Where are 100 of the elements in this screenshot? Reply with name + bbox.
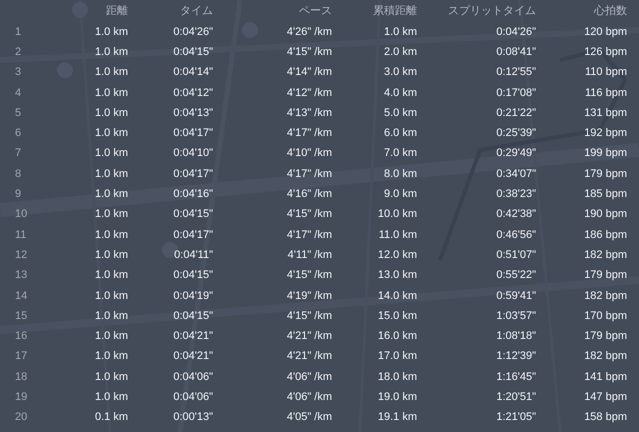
table-cell: 1.0 km (94, 168, 128, 180)
table-cell: 4'12" /km (286, 88, 332, 99)
table-cell: 0:04'17" (173, 168, 213, 180)
table-cell: 116 bpm (585, 88, 627, 99)
table-cell: 182 bpm (584, 290, 627, 302)
table-cell: 0:04'13" (173, 108, 213, 119)
table-cell: 186 bpm (584, 230, 627, 241)
table-cell: 5.0 km (384, 108, 417, 119)
table-cell: 4'15" /km (286, 46, 332, 58)
table-cell: 0:46'56" (496, 230, 536, 241)
lap-number: 13 (15, 270, 28, 282)
table-cell: 4'05" /km (286, 412, 332, 424)
table-cell: 4'15" /km (286, 209, 332, 220)
table-cell: 17.0 km (378, 351, 417, 362)
table-cell: 4'17" /km (286, 168, 332, 180)
table-cell: 4'21" /km (286, 331, 332, 342)
table-cell: 0:08'41" (496, 46, 536, 58)
table-cell: 141 bpm (584, 372, 627, 383)
table-cell: 4'26" /km (286, 26, 332, 38)
table-cell: 7.0 km (384, 148, 417, 160)
lap-number: 12 (15, 250, 28, 261)
table-cell: 4'13" /km (286, 108, 332, 119)
table-cell: 15.0 km (378, 310, 417, 322)
table-cell: 12.0 km (378, 250, 417, 261)
table-cell: 0:04'11" (174, 250, 213, 261)
table-cell: 0:04'14" (173, 67, 213, 78)
column-header: タイム (180, 6, 213, 16)
table-cell: 0:04'15" (173, 46, 213, 58)
table-cell: 170 bpm (584, 310, 627, 322)
table-cell: 0:38'23" (496, 189, 536, 200)
table-cell: 0:42'38" (496, 209, 536, 220)
table-cell: 11.0 km (378, 230, 417, 241)
table-cell: 3.0 km (384, 67, 417, 78)
table-cell: 192 bpm (584, 128, 627, 140)
table-cell: 0:04'06" (173, 392, 213, 403)
table-cell: 1.0 km (94, 108, 128, 119)
table-cell: 0:21'22" (496, 108, 536, 119)
column-header: 累積距離 (373, 6, 417, 16)
table-cell: 0:04'21" (173, 331, 213, 342)
table-cell: 4.0 km (384, 88, 417, 99)
table-cell: 4'17" /km (286, 230, 332, 241)
table-cell: 4'21" /km (286, 351, 332, 362)
lap-number: 14 (15, 290, 28, 302)
column-header: ペース (299, 6, 332, 16)
table-cell: 0:00'13" (173, 412, 213, 424)
lap-number: 4 (15, 88, 22, 99)
lap-number: 11 (15, 230, 26, 241)
table-cell: 182 bpm (584, 351, 627, 362)
table-cell: 1.0 km (94, 26, 128, 38)
lap-number: 15 (15, 310, 28, 322)
table-cell: 19.1 km (378, 412, 417, 424)
lap-number: 18 (15, 372, 28, 383)
table-cell: 0:04'06" (173, 372, 213, 383)
table-cell: 1:03'57" (496, 310, 536, 322)
table-cell: 2.0 km (384, 46, 417, 58)
table-cell: 1.0 km (94, 290, 128, 302)
table-cell: 0:17'08" (496, 88, 536, 99)
table-cell: 0:04'12" (173, 88, 213, 99)
table-cell: 1.0 km (94, 67, 128, 78)
table-cell: 179 bpm (584, 168, 627, 180)
table-cell: 1.0 km (94, 372, 128, 383)
table-cell: 0:55'22" (496, 270, 536, 282)
table-cell: 190 bpm (584, 209, 627, 220)
table-cell: 4'15" /km (286, 270, 332, 282)
lap-number: 7 (15, 148, 22, 160)
table-cell: 1.0 km (94, 250, 128, 261)
table-cell: 13.0 km (378, 270, 417, 282)
table-cell: 179 bpm (584, 270, 627, 282)
table-cell: 0:04'26" (173, 26, 213, 38)
table-cell: 0:59'41" (496, 290, 536, 302)
table-cell: 0:04'15" (173, 270, 213, 282)
table-cell: 0:04'19" (173, 290, 213, 302)
table-cell: 14.0 km (378, 290, 417, 302)
lap-number: 8 (15, 168, 22, 180)
table-cell: 8.0 km (384, 168, 417, 180)
table-cell: 4'06" /km (286, 372, 332, 383)
table-cell: 0:51'07" (496, 250, 536, 261)
table-cell: 0:04'26" (496, 26, 536, 38)
lap-number: 10 (15, 209, 28, 220)
table-cell: 199 bpm (584, 148, 627, 160)
table-cell: 1.0 km (94, 88, 128, 99)
table-cell: 0:04'21" (173, 351, 213, 362)
table-cell: 0:04'10" (173, 148, 213, 160)
lap-number: 5 (15, 108, 22, 119)
column-header: 心拍数 (594, 6, 627, 16)
table-cell: 0:34'07" (496, 168, 536, 180)
table-cell: 0:04'17" (173, 128, 213, 140)
lap-number: 1 (15, 26, 22, 38)
table-cell: 1.0 km (94, 351, 128, 362)
table-cell: 0:29'49" (496, 148, 536, 160)
lap-number: 17 (15, 351, 28, 362)
lap-number: 20 (15, 412, 28, 424)
table-cell: 4'14" /km (286, 67, 332, 78)
table-cell: 120 bpm (584, 26, 627, 38)
table-cell: 1.0 km (94, 310, 128, 322)
table-cell: 147 bpm (584, 392, 627, 403)
lap-number: 6 (15, 128, 22, 140)
table-cell: 16.0 km (378, 331, 417, 342)
table-cell: 158 bpm (584, 412, 627, 424)
table-cell: 0:25'39" (496, 128, 536, 140)
